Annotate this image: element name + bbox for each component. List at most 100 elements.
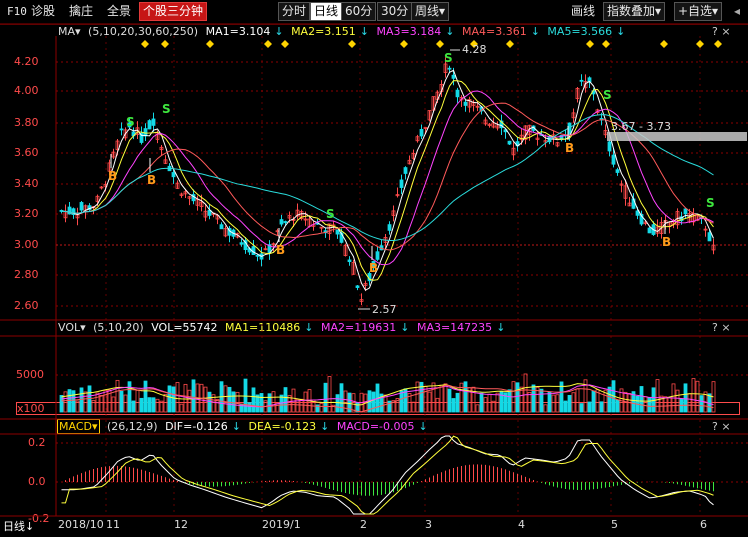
volume-bar: [399, 390, 404, 413]
high-price-label: 4.28: [462, 43, 487, 56]
candle-down: [119, 128, 124, 131]
volume-bar: [599, 401, 604, 413]
volume-bar: [443, 383, 448, 413]
volume-bar: [479, 392, 484, 413]
volume-bar: [303, 391, 308, 413]
volume-bar: [227, 386, 232, 413]
event-diamond-icon: [714, 40, 722, 48]
volume-bar: [571, 392, 576, 413]
event-diamond-icon: [264, 40, 272, 48]
volume-bar: [427, 391, 432, 413]
volume-bar: [147, 397, 152, 413]
volume-bar: [299, 398, 304, 413]
sell-signal: S: [444, 51, 453, 65]
ma1-line: [61, 69, 714, 291]
volume-bar: [191, 379, 196, 413]
buy-signal: B: [369, 261, 378, 275]
volume-bar: [247, 402, 252, 413]
volume-bar: [647, 397, 652, 413]
volume-bar: [251, 387, 256, 413]
volume-bar: [135, 390, 140, 413]
volume-bar: [83, 391, 88, 413]
candle-down: [219, 224, 224, 230]
candle-down: [347, 259, 352, 263]
buy-signal: B: [565, 141, 574, 155]
sell-signal: S: [126, 115, 135, 129]
volume-bar: [139, 397, 144, 413]
volume-bar: [663, 396, 668, 413]
volume-bar: [691, 378, 696, 413]
ma2-line: [61, 80, 714, 281]
event-diamond-icon: [660, 40, 668, 48]
volume-bar: [127, 381, 132, 413]
volume-bar: [531, 384, 536, 413]
candle-down: [375, 251, 380, 260]
buy-signal: B: [276, 243, 285, 257]
sell-signal: S: [162, 102, 171, 116]
volume-bar: [411, 401, 416, 413]
volume-bar: [119, 390, 124, 413]
candle-down: [387, 224, 392, 231]
candle-down: [355, 285, 360, 288]
volume-bar: [95, 392, 100, 413]
volume-bar: [483, 397, 488, 413]
volume-bar: [175, 382, 180, 413]
volume-bar: [547, 391, 552, 413]
candle-down: [399, 179, 404, 188]
volume-bar: [335, 394, 340, 413]
volume-bar: [63, 391, 68, 413]
buy-signal: B: [147, 173, 156, 187]
candle-down: [707, 232, 712, 242]
volume-bar: [587, 401, 592, 413]
volume-bar: [163, 393, 168, 413]
volume-bar: [455, 392, 460, 413]
volume-bar: [351, 393, 356, 413]
volume-bar: [435, 397, 440, 413]
candle-down: [239, 242, 244, 245]
volume-bar: [607, 386, 612, 413]
volume-bar: [655, 379, 660, 413]
dea-line: [61, 435, 714, 515]
volume-bar: [555, 394, 560, 413]
volume-bar: [99, 395, 104, 413]
candle-down: [79, 202, 84, 211]
candle-down: [451, 74, 456, 79]
volume-bar: [515, 382, 520, 413]
volume-bar: [507, 389, 512, 413]
volume-bar: [475, 404, 480, 413]
event-diamond-icon: [281, 40, 289, 48]
candle-down: [403, 167, 408, 174]
kline-chart[interactable]: B B B B B B S S S S S S 4.28 2.57 3.67 - 3.73: [0, 0, 748, 537]
candle-down: [647, 227, 652, 234]
volume-bar: [563, 400, 568, 413]
volume-bar: [115, 379, 120, 413]
candle-down: [143, 128, 148, 137]
volume-bar: [155, 398, 160, 413]
volume-bar: [683, 383, 688, 413]
sell-signal: S: [706, 196, 715, 210]
candle-down: [147, 120, 152, 130]
volume-bar: [151, 397, 156, 413]
volume-bar: [675, 389, 680, 413]
volume-bar: [567, 395, 572, 413]
volume-bar: [75, 400, 80, 413]
volume-bar: [187, 389, 192, 413]
volume-bar: [667, 397, 672, 413]
volume-bar: [215, 399, 220, 413]
volume-bar: [431, 382, 436, 413]
event-diamond-icon: [161, 40, 169, 48]
volume-bar: [687, 393, 692, 413]
volume-bar: [271, 391, 276, 413]
candle-down: [579, 79, 584, 82]
candle-down: [463, 101, 468, 106]
event-diamond-icon: [696, 40, 704, 48]
event-diamond-icon: [602, 40, 610, 48]
event-diamond-icon: [400, 40, 408, 48]
candle-down: [455, 89, 460, 98]
volume-bar: [231, 391, 236, 413]
range-highlight-bar: [607, 132, 747, 141]
candle-down: [607, 141, 612, 152]
volume-bar: [323, 382, 328, 413]
event-diamond-icon: [436, 40, 444, 48]
candle-down: [419, 128, 424, 137]
